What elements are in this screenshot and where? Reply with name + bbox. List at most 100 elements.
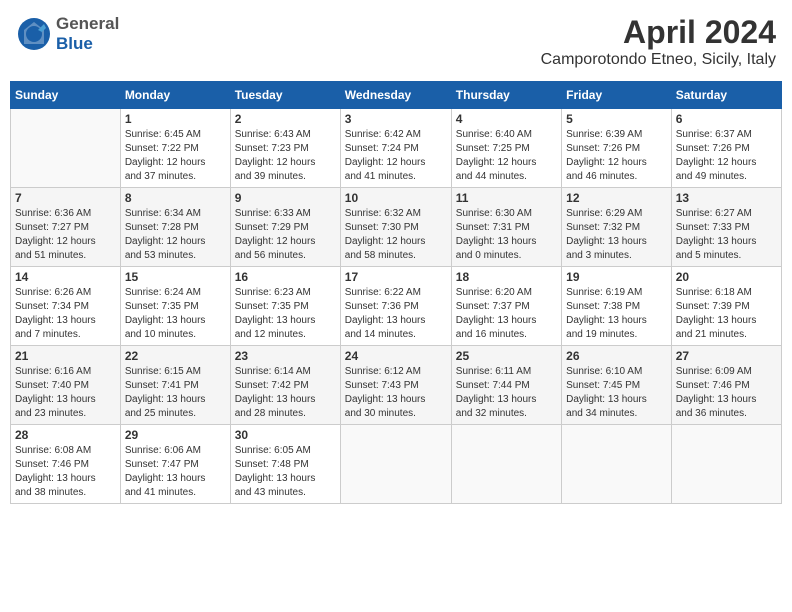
day-info: Sunrise: 6:30 AM Sunset: 7:31 PM Dayligh…	[456, 207, 557, 263]
day-info: Sunrise: 6:40 AM Sunset: 7:25 PM Dayligh…	[456, 128, 557, 184]
day-info: Sunrise: 6:32 AM Sunset: 7:30 PM Dayligh…	[345, 207, 447, 263]
day-info: Sunrise: 6:10 AM Sunset: 7:45 PM Dayligh…	[566, 365, 667, 421]
day-info: Sunrise: 6:42 AM Sunset: 7:24 PM Dayligh…	[345, 128, 447, 184]
calendar-cell	[671, 425, 781, 504]
calendar-cell: 27 Sunrise: 6:09 AM Sunset: 7:46 PM Dayli…	[671, 346, 781, 425]
calendar-cell: 16Sunrise: 6:23 AM Sunset: 7:35 PM Dayli…	[230, 267, 340, 346]
day-number: 8	[125, 191, 226, 205]
day-info: Sunrise: 6:29 AM Sunset: 7:32 PM Dayligh…	[566, 207, 667, 263]
day-number: 11	[456, 191, 557, 205]
day-info: Sunrise: 6:09 AM Sunset: 7:46 PM Dayligh…	[676, 365, 777, 421]
weekday-header-row: SundayMondayTuesdayWednesdayThursdayFrid…	[11, 82, 782, 109]
calendar-cell: 18 Sunrise: 6:20 AM Sunset: 7:37 PM Dayli…	[451, 267, 561, 346]
day-info: Sunrise: 6:39 AM Sunset: 7:26 PM Dayligh…	[566, 128, 667, 184]
calendar-cell: 20Sunrise: 6:18 AM Sunset: 7:39 PM Dayli…	[671, 267, 781, 346]
day-info: Sunrise: 6:05 AM Sunset: 7:48 PM Dayligh…	[235, 444, 336, 500]
day-number: 28	[15, 428, 116, 442]
day-info: Sunrise: 6:36 AM Sunset: 7:27 PM Dayligh…	[15, 207, 116, 263]
day-number: 27	[676, 349, 777, 363]
weekday-header: Saturday	[671, 82, 781, 109]
day-number: 9	[235, 191, 336, 205]
weekday-header: Tuesday	[230, 82, 340, 109]
day-number: 4	[456, 112, 557, 126]
day-number: 30	[235, 428, 336, 442]
calendar-cell: 28 Sunrise: 6:08 AM Sunset: 7:46 PM Dayli…	[11, 425, 121, 504]
day-number: 14	[15, 270, 116, 284]
logo-text: General Blue	[56, 14, 119, 54]
day-number: 7	[15, 191, 116, 205]
calendar-cell: 17 Sunrise: 6:22 AM Sunset: 7:36 PM Dayli…	[340, 267, 451, 346]
day-number: 17	[345, 270, 447, 284]
calendar-cell: 1Sunrise: 6:45 AM Sunset: 7:22 PM Daylig…	[120, 109, 230, 188]
calendar-cell: 21 Sunrise: 6:16 AM Sunset: 7:40 PM Dayli…	[11, 346, 121, 425]
calendar-cell: 4 Sunrise: 6:40 AM Sunset: 7:25 PM Daylig…	[451, 109, 561, 188]
day-number: 10	[345, 191, 447, 205]
calendar-week-row: 28 Sunrise: 6:08 AM Sunset: 7:46 PM Dayli…	[11, 425, 782, 504]
day-number: 22	[125, 349, 226, 363]
month-title: April 2024	[541, 14, 776, 51]
calendar-cell	[451, 425, 561, 504]
day-number: 1	[125, 112, 226, 126]
day-info: Sunrise: 6:24 AM Sunset: 7:35 PM Dayligh…	[125, 286, 226, 342]
day-number: 25	[456, 349, 557, 363]
calendar-week-row: 7 Sunrise: 6:36 AM Sunset: 7:27 PM Daylig…	[11, 188, 782, 267]
day-number: 13	[676, 191, 777, 205]
calendar-cell	[340, 425, 451, 504]
day-info: Sunrise: 6:06 AM Sunset: 7:47 PM Dayligh…	[125, 444, 226, 500]
day-info: Sunrise: 6:27 AM Sunset: 7:33 PM Dayligh…	[676, 207, 777, 263]
day-info: Sunrise: 6:14 AM Sunset: 7:42 PM Dayligh…	[235, 365, 336, 421]
weekday-header: Monday	[120, 82, 230, 109]
day-info: Sunrise: 6:11 AM Sunset: 7:44 PM Dayligh…	[456, 365, 557, 421]
day-info: Sunrise: 6:08 AM Sunset: 7:46 PM Dayligh…	[15, 444, 116, 500]
day-number: 15	[125, 270, 226, 284]
logo: General Blue	[16, 14, 119, 54]
calendar-cell: 3 Sunrise: 6:42 AM Sunset: 7:24 PM Daylig…	[340, 109, 451, 188]
calendar-cell: 2Sunrise: 6:43 AM Sunset: 7:23 PM Daylig…	[230, 109, 340, 188]
day-number: 2	[235, 112, 336, 126]
day-info: Sunrise: 6:23 AM Sunset: 7:35 PM Dayligh…	[235, 286, 336, 342]
calendar-cell: 9Sunrise: 6:33 AM Sunset: 7:29 PM Daylig…	[230, 188, 340, 267]
calendar-week-row: 14 Sunrise: 6:26 AM Sunset: 7:34 PM Dayli…	[11, 267, 782, 346]
day-number: 21	[15, 349, 116, 363]
day-number: 18	[456, 270, 557, 284]
day-info: Sunrise: 6:37 AM Sunset: 7:26 PM Dayligh…	[676, 128, 777, 184]
weekday-header: Thursday	[451, 82, 561, 109]
calendar-table: SundayMondayTuesdayWednesdayThursdayFrid…	[10, 81, 782, 504]
weekday-header: Wednesday	[340, 82, 451, 109]
calendar-cell: 30 Sunrise: 6:05 AM Sunset: 7:48 PM Dayli…	[230, 425, 340, 504]
logo-icon	[16, 16, 52, 52]
title-section: April 2024 Camporotondo Etneo, Sicily, I…	[541, 14, 776, 69]
weekday-header: Sunday	[11, 82, 121, 109]
calendar-week-row: 1Sunrise: 6:45 AM Sunset: 7:22 PM Daylig…	[11, 109, 782, 188]
location-text: Camporotondo Etneo, Sicily, Italy	[541, 51, 776, 69]
calendar-cell	[11, 109, 121, 188]
day-number: 29	[125, 428, 226, 442]
logo-general-text: General	[56, 14, 119, 34]
day-info: Sunrise: 6:15 AM Sunset: 7:41 PM Dayligh…	[125, 365, 226, 421]
logo-blue-text: Blue	[56, 34, 119, 54]
day-info: Sunrise: 6:26 AM Sunset: 7:34 PM Dayligh…	[15, 286, 116, 342]
day-number: 23	[235, 349, 336, 363]
day-number: 19	[566, 270, 667, 284]
day-info: Sunrise: 6:12 AM Sunset: 7:43 PM Dayligh…	[345, 365, 447, 421]
calendar-cell: 26 Sunrise: 6:10 AM Sunset: 7:45 PM Dayli…	[562, 346, 672, 425]
calendar-cell: 22 Sunrise: 6:15 AM Sunset: 7:41 PM Dayli…	[120, 346, 230, 425]
calendar-cell: 6 Sunrise: 6:37 AM Sunset: 7:26 PM Daylig…	[671, 109, 781, 188]
day-info: Sunrise: 6:22 AM Sunset: 7:36 PM Dayligh…	[345, 286, 447, 342]
calendar-cell	[562, 425, 672, 504]
calendar-cell: 25 Sunrise: 6:11 AM Sunset: 7:44 PM Dayli…	[451, 346, 561, 425]
day-info: Sunrise: 6:34 AM Sunset: 7:28 PM Dayligh…	[125, 207, 226, 263]
day-number: 6	[676, 112, 777, 126]
calendar-cell: 12Sunrise: 6:29 AM Sunset: 7:32 PM Dayli…	[562, 188, 672, 267]
calendar-cell: 13 Sunrise: 6:27 AM Sunset: 7:33 PM Dayli…	[671, 188, 781, 267]
day-info: Sunrise: 6:16 AM Sunset: 7:40 PM Dayligh…	[15, 365, 116, 421]
calendar-cell: 5 Sunrise: 6:39 AM Sunset: 7:26 PM Daylig…	[562, 109, 672, 188]
calendar-cell: 7 Sunrise: 6:36 AM Sunset: 7:27 PM Daylig…	[11, 188, 121, 267]
calendar-cell: 23 Sunrise: 6:14 AM Sunset: 7:42 PM Dayli…	[230, 346, 340, 425]
day-number: 3	[345, 112, 447, 126]
day-info: Sunrise: 6:19 AM Sunset: 7:38 PM Dayligh…	[566, 286, 667, 342]
page-header: General Blue April 2024 Camporotondo Etn…	[10, 10, 782, 73]
day-number: 5	[566, 112, 667, 126]
day-number: 26	[566, 349, 667, 363]
day-info: Sunrise: 6:20 AM Sunset: 7:37 PM Dayligh…	[456, 286, 557, 342]
